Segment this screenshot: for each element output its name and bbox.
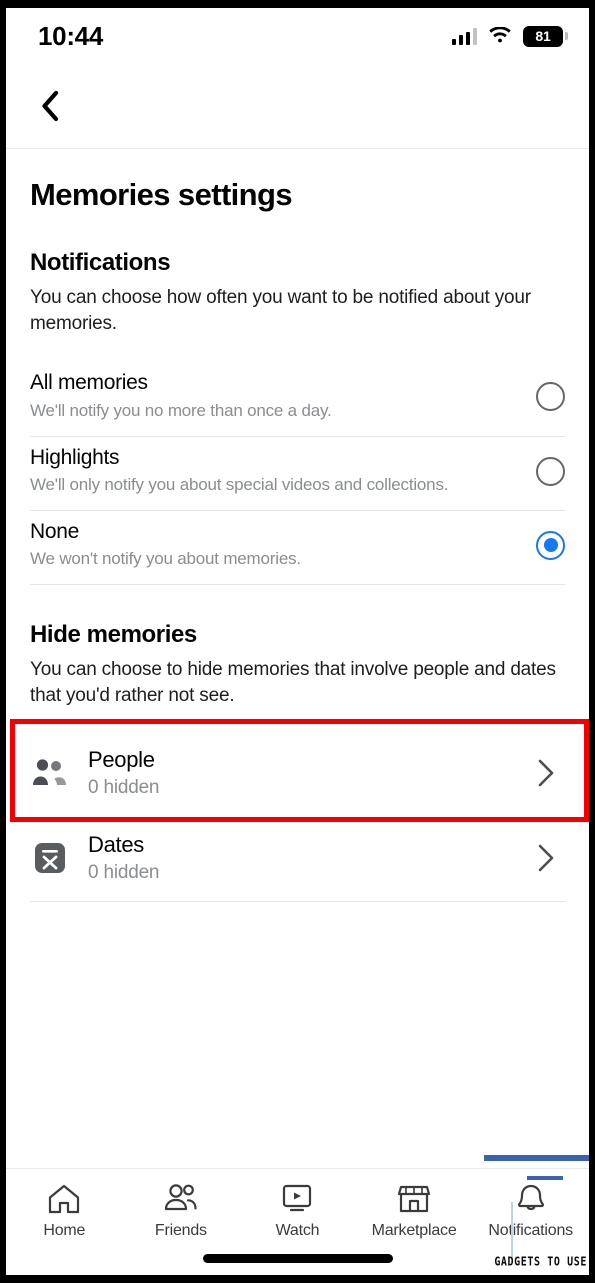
calendar-x-icon xyxy=(30,838,70,878)
back-button[interactable] xyxy=(30,86,70,126)
option-label: None xyxy=(30,519,80,543)
watermark-text: GADGETS TO USE xyxy=(494,1255,587,1269)
notifications-section-description: You can choose how often you want to be … xyxy=(30,287,531,334)
nav-header xyxy=(6,64,589,149)
status-bar: 10:44 81 xyxy=(6,8,589,64)
option-label: Highlights xyxy=(30,445,120,469)
people-icon xyxy=(30,753,70,793)
notification-option-all-memories[interactable]: All memories We'll notify you no more th… xyxy=(30,362,565,437)
hide-memories-section-title: Hide memories xyxy=(30,621,197,649)
home-icon xyxy=(49,1184,80,1214)
option-label: All memories xyxy=(30,371,148,395)
radio-all-memories[interactable] xyxy=(536,382,565,412)
nav-item-friends[interactable]: Friends xyxy=(123,1183,240,1240)
watermark-bar-secondary xyxy=(527,1176,563,1180)
option-text: All memories We'll notify you no more th… xyxy=(30,370,536,421)
radio-none[interactable] xyxy=(536,530,565,560)
hide-row-label: People xyxy=(88,746,155,772)
nav-label: Home xyxy=(43,1222,86,1239)
hide-row-sublabel: 0 hidden xyxy=(88,862,160,884)
status-time: 10:44 xyxy=(38,20,103,51)
cellular-signal-icon xyxy=(451,27,477,45)
page-title: Memories settings xyxy=(30,177,293,212)
radio-highlights[interactable] xyxy=(536,456,565,486)
watermark-bar-primary xyxy=(484,1155,589,1161)
wifi-icon xyxy=(489,27,511,43)
watch-play-icon xyxy=(283,1184,312,1212)
chevron-right-icon[interactable] xyxy=(535,758,557,788)
notifications-section-title: Notifications xyxy=(30,249,171,276)
hide-row-people[interactable]: People 0 hidden xyxy=(30,731,565,816)
notification-option-highlights[interactable]: Highlights We'll only notify you about s… xyxy=(30,437,565,511)
notification-options-list: All memories We'll notify you no more th… xyxy=(30,362,565,586)
chevron-left-icon xyxy=(42,90,59,122)
nav-label: Marketplace xyxy=(371,1222,457,1239)
hide-row-dates[interactable]: Dates 0 hidden xyxy=(30,816,565,902)
battery-level: 81 xyxy=(535,28,551,44)
settings-content: Memories settings Notifications You can … xyxy=(6,177,589,902)
friends-icon xyxy=(164,1184,197,1211)
hide-memories-list: People 0 hidden Dates 0 hidden xyxy=(30,731,565,902)
chevron-right-icon[interactable] xyxy=(535,843,557,873)
option-text: None We won't notify you about memories. xyxy=(30,519,536,570)
marketplace-storefront-icon xyxy=(397,1185,431,1213)
option-sublabel: We'll notify you no more than once a day… xyxy=(30,400,332,420)
option-text: Highlights We'll only notify you about s… xyxy=(30,445,536,496)
hide-memories-section-description: You can choose to hide memories that inv… xyxy=(30,659,556,706)
nav-label: Watch xyxy=(275,1222,320,1239)
notification-option-none[interactable]: None We won't notify you about memories. xyxy=(30,511,565,586)
phone-screen: 10:44 81 Memories settings Notifications xyxy=(0,0,595,1283)
watermark-vertical-line xyxy=(511,1202,513,1262)
home-indicator xyxy=(202,1254,393,1263)
nav-item-home[interactable]: Home xyxy=(6,1183,123,1240)
battery-icon: 81 xyxy=(523,25,568,47)
hide-row-sublabel: 0 hidden xyxy=(88,776,160,798)
option-sublabel: We'll only notify you about special vide… xyxy=(30,474,449,494)
option-sublabel: We won't notify you about memories. xyxy=(30,549,301,569)
nav-item-watch[interactable]: Watch xyxy=(239,1183,356,1240)
hide-row-label: Dates xyxy=(88,831,144,857)
nav-item-marketplace[interactable]: Marketplace xyxy=(356,1183,473,1240)
watermark: GADGETS TO USE xyxy=(474,1150,589,1275)
status-icons: 81 xyxy=(451,25,568,47)
hide-row-text: People 0 hidden xyxy=(88,747,535,800)
nav-label: Friends xyxy=(154,1222,207,1239)
hide-row-text: Dates 0 hidden xyxy=(88,832,535,885)
